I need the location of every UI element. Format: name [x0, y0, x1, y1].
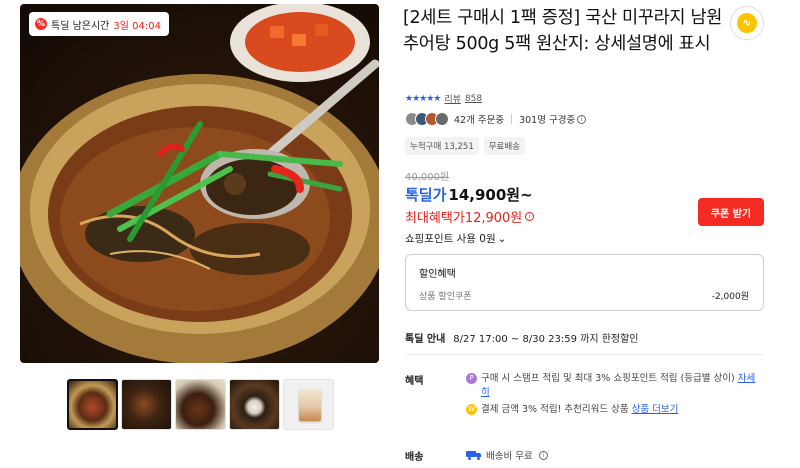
perks-list: P 구매 시 스탬프 적립 및 최대 3% 쇼핑포인트 적립 (등급별 상이) …	[466, 372, 756, 420]
benefit-amount: -2,000원	[711, 292, 749, 302]
product-tags: 누적구매 13,251 무료배송	[405, 137, 526, 155]
thumbnail-5[interactable]	[283, 379, 334, 430]
benefit-item: 상품 할인쿠폰	[419, 292, 472, 302]
perk-points-desc: 구매 시 스탬프 적립 및 최대 3% 쇼핑포인트 적립 (등급별 상이)	[481, 373, 735, 384]
review-count[interactable]: 858	[465, 94, 482, 104]
discount-benefit-box: 할인혜택 상품 할인쿠폰 -2,000원	[405, 254, 764, 311]
tag-cumulative-purchases: 누적구매 13,251	[405, 137, 479, 155]
info-icon[interactable]: i	[538, 450, 548, 460]
timer-value: 3일 04:04	[113, 20, 161, 32]
percent-icon: %	[35, 18, 47, 30]
truck-icon	[466, 450, 482, 460]
perk-reward: W 결제 금액 3% 적립! 추천리워드 상품 상품 더보기	[466, 403, 756, 417]
tag-free-shipping: 무료배송	[483, 137, 526, 155]
soup-illustration	[20, 4, 379, 363]
perk-reward-desc: 결제 금액 3% 적립! 추천리워드 상품	[481, 404, 629, 415]
thumbnail-1[interactable]	[67, 379, 118, 430]
timer-label: 특딜 남은시간	[51, 20, 110, 32]
perk-reward-text: 결제 금액 3% 적립! 추천리워드 상품 상품 더보기	[481, 403, 678, 417]
perk-points: P 구매 시 스탬프 적립 및 최대 3% 쇼핑포인트 적립 (등급별 상이) …	[466, 372, 756, 400]
coupon-button[interactable]: 쿠폰 받기	[698, 198, 764, 226]
thumbnail-3[interactable]	[175, 379, 226, 430]
divider	[511, 114, 513, 124]
deal-guide-label: 톡딜 안내	[405, 334, 446, 345]
reward-icon: W	[466, 404, 477, 415]
shipping-text: 배송비 무료	[486, 451, 533, 462]
rating-row: ★★★★★ 리뷰 858	[405, 92, 482, 106]
perks-label: 혜택	[405, 376, 424, 387]
perk-points-text: 구매 시 스탬프 적립 및 최대 3% 쇼핑포인트 적립 (등급별 상이) 자세…	[481, 372, 756, 400]
thumbnail-4[interactable]	[229, 379, 280, 430]
buyer-avatars	[405, 112, 449, 126]
package-image	[299, 389, 321, 421]
deal-price-label: 톡딜가	[405, 186, 447, 204]
brand-logo-button[interactable]: ∿	[730, 6, 764, 40]
shipping-row: 배송비 무료 i	[466, 448, 548, 462]
deal-guide: 톡딜 안내 8/27 17:00 ~ 8/30 23:59 까지 한정할인	[405, 330, 639, 345]
brand-logo-icon: ∿	[737, 13, 757, 33]
orders-count: 42개 주문중	[454, 115, 505, 126]
thumbnail-strip	[67, 379, 334, 430]
points-label: 쇼핑포인트 사용 0원	[405, 233, 496, 245]
max-benefit-row: 최대혜택가 12,900원 i	[405, 207, 535, 226]
info-icon[interactable]: i	[525, 212, 535, 221]
points-row[interactable]: 쇼핑포인트 사용 0원 ⌄	[405, 231, 506, 246]
thumbnail-2[interactable]	[121, 379, 172, 430]
product-title: [2세트 구매시 1팩 증정] 국산 미꾸라지 남원추어탕 500g 5팩 원산…	[403, 8, 723, 54]
star-rating-icon: ★★★★★	[405, 93, 441, 104]
reward-more-link[interactable]: 상품 더보기	[632, 404, 679, 415]
viewers-count: 301명 구경중	[519, 115, 576, 126]
benefit-title: 할인혜택	[419, 269, 456, 280]
avatar	[435, 112, 449, 126]
point-icon: P	[466, 373, 477, 384]
max-benefit-label: 최대혜택가	[405, 211, 465, 226]
max-benefit-price: 12,900원	[464, 211, 523, 226]
shipping-label: 배송	[405, 452, 424, 463]
deal-price-row: 톡딜가 14,900원~	[405, 184, 533, 205]
section-divider	[405, 354, 764, 355]
info-icon[interactable]: i	[577, 114, 587, 124]
product-main-image[interactable]	[20, 4, 379, 363]
original-price: 40,000원	[405, 172, 450, 183]
deal-timer-badge: % 특딜 남은시간 3일 04:04	[29, 12, 169, 36]
chevron-down-icon: ⌄	[497, 232, 507, 245]
deal-guide-period: 8/27 17:00 ~ 8/30 23:59 까지 한정할인	[453, 334, 639, 345]
review-link[interactable]: 리뷰	[444, 92, 461, 105]
buyers-row: 42개 주문중 301명 구경중 i	[405, 112, 587, 126]
deal-price: 14,900원~	[448, 186, 533, 204]
